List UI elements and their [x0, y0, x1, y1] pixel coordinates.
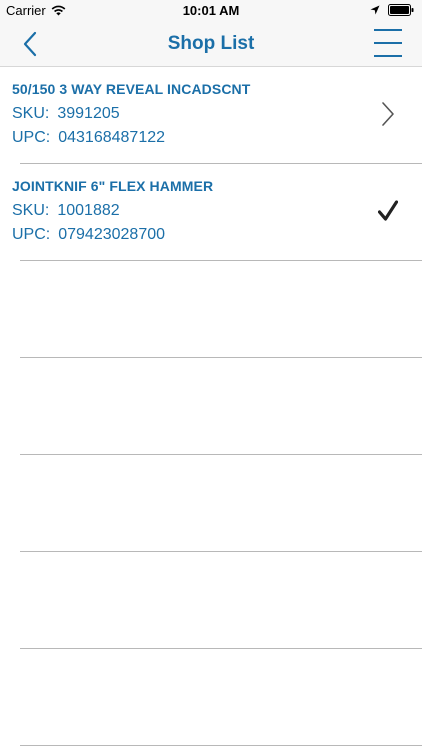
- item-sku: SKU: 3991205: [12, 105, 120, 123]
- item-title: 50/150 3 WAY REVEAL INCADSCNT: [12, 81, 251, 97]
- menu-button[interactable]: [374, 29, 402, 57]
- hamburger-icon-bar-top: [374, 29, 402, 31]
- list-item[interactable]: 50/150 3 WAY REVEAL INCADSCNT SKU: 399120…: [0, 67, 422, 164]
- upc-value: 079423028700: [58, 226, 166, 243]
- upc-label: UPC:: [12, 129, 51, 146]
- list-item[interactable]: JOINTKNIF 6" FLEX HAMMER SKU: 1001882 UPC…: [0, 164, 422, 261]
- empty-row: [0, 649, 422, 746]
- empty-row: [0, 552, 422, 649]
- hamburger-icon-bar-middle: [374, 42, 402, 44]
- location-arrow-icon: [370, 5, 380, 15]
- status-right: [370, 4, 414, 16]
- chevron-right-icon[interactable]: [378, 101, 398, 127]
- battery-icon: [388, 4, 414, 16]
- item-title: JOINTKNIF 6" FLEX HAMMER: [12, 178, 214, 194]
- status-bar: Carrier 10:01 AM: [0, 0, 422, 22]
- page-title: Shop List: [167, 33, 255, 54]
- item-upc: UPC: 079423028700: [12, 226, 165, 244]
- item-upc: UPC: 043168487122: [12, 129, 165, 147]
- sku-value: 3991205: [57, 105, 120, 122]
- upc-value: 043168487122: [58, 129, 166, 146]
- sku-value: 1001882: [57, 202, 120, 219]
- hamburger-icon-bar-bottom: [374, 55, 402, 57]
- status-time: 10:01 AM: [182, 3, 240, 18]
- shop-list: 50/150 3 WAY REVEAL INCADSCNT SKU: 399120…: [0, 67, 422, 746]
- checkmark-icon[interactable]: [378, 198, 398, 224]
- screen: Carrier 10:01 AM Shop List 50/150 3 WAY …: [0, 0, 422, 750]
- empty-row: [0, 261, 422, 358]
- navigation-bar: Shop List: [0, 22, 422, 67]
- sku-label: SKU:: [12, 202, 50, 219]
- empty-row: [0, 455, 422, 552]
- empty-row: [0, 358, 422, 455]
- upc-label: UPC:: [12, 226, 51, 243]
- item-sku: SKU: 1001882: [12, 202, 120, 220]
- sku-label: SKU:: [12, 105, 50, 122]
